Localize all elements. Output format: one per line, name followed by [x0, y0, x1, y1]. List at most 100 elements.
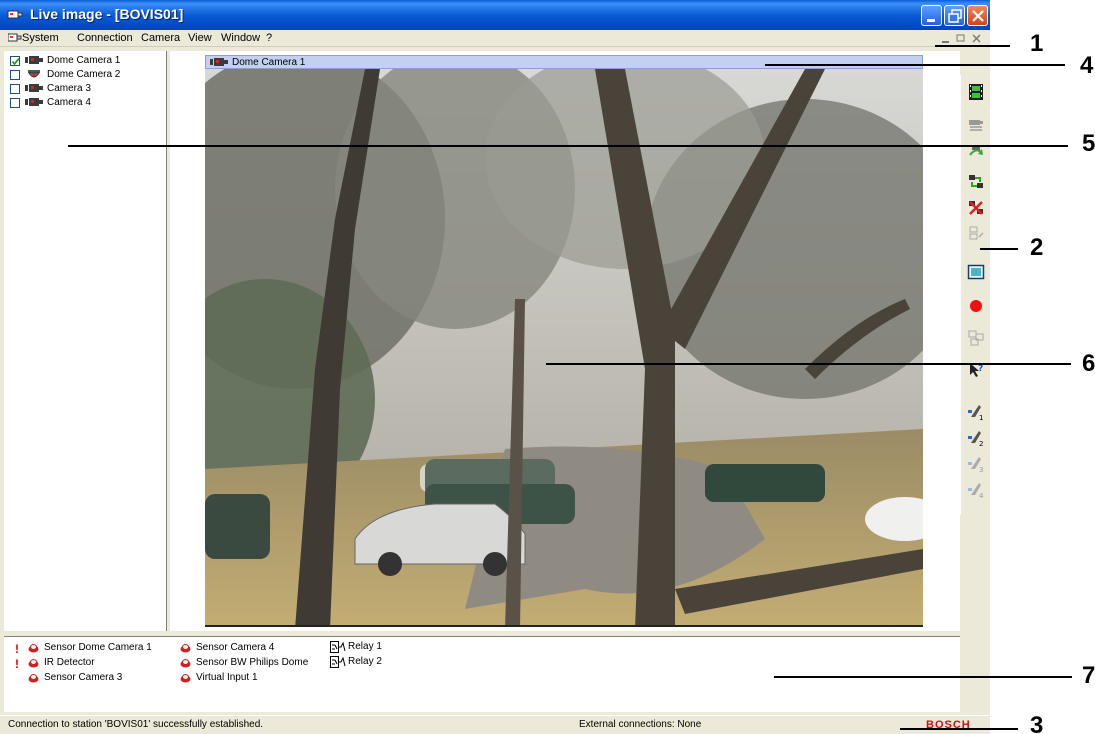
menu-window[interactable]: Window	[221, 32, 260, 44]
svg-text:2: 2	[979, 440, 983, 447]
camera-checkbox[interactable]	[10, 70, 20, 80]
restore-button[interactable]	[944, 5, 965, 26]
connect-button[interactable]	[965, 171, 987, 193]
preset-2-icon: 2	[968, 431, 983, 447]
svg-text:4: 4	[979, 492, 984, 499]
callout-line-1	[935, 45, 1010, 47]
menu-connection[interactable]: Connection	[77, 32, 133, 44]
checkmark-icon	[11, 57, 20, 66]
layout-icon	[968, 330, 984, 346]
svg-text:1: 1	[979, 414, 983, 421]
sensor-label: IR Detector	[44, 657, 95, 668]
menu-view[interactable]: View	[188, 32, 212, 44]
disabled-tool-icon	[969, 226, 984, 240]
camera-checkbox[interactable]	[10, 98, 20, 108]
sensor-icon	[28, 644, 39, 653]
callout-line-3	[900, 728, 1018, 730]
callout-4: 4	[1080, 52, 1094, 79]
preset-3-button[interactable]: 3	[965, 453, 987, 475]
menu-camera[interactable]: Camera	[141, 32, 180, 44]
tree-item-camera-4[interactable]: Camera 4	[10, 97, 165, 109]
tree-item-dome-camera-1[interactable]: Dome Camera 1	[10, 55, 165, 67]
camera-checkbox[interactable]	[10, 56, 20, 66]
status-message: Connection to station 'BOVIS01' successf…	[8, 719, 264, 730]
callout-line-5	[68, 145, 1068, 147]
video-window-title[interactable]: Dome Camera 1	[205, 55, 923, 69]
relay-label: Relay 1	[348, 641, 382, 652]
fullscreen-button[interactable]	[965, 261, 987, 283]
window-title: Live image - [BOVIS01]	[30, 6, 184, 22]
callout-7: 7	[1082, 662, 1095, 689]
sensor-icon	[180, 659, 191, 668]
mdi-window-controls[interactable]	[938, 32, 984, 45]
right-toolbar: ? 1 2 3 4	[960, 75, 990, 515]
callout-line-7	[774, 676, 1072, 678]
video-title-label: Dome Camera 1	[232, 57, 306, 68]
tree-item-label: Camera 3	[47, 83, 91, 94]
callout-line-2	[980, 248, 1018, 250]
connect-icon	[969, 175, 983, 188]
record-button[interactable]	[965, 295, 987, 317]
preset-1-button[interactable]: 1	[965, 401, 987, 423]
tree-item-dome-camera-2[interactable]: Dome Camera 2	[10, 69, 165, 81]
svg-text:?: ?	[978, 364, 983, 374]
camera-icon	[210, 58, 228, 66]
external-connections-status: External connections: None	[579, 719, 702, 730]
sensor-label: Sensor BW Philips Dome	[196, 657, 309, 668]
camera-icon	[25, 98, 43, 106]
disconnect-icon	[969, 201, 983, 215]
live-image-window: Live image - [BOVIS01] System Connection…	[0, 0, 990, 734]
close-button[interactable]	[967, 5, 988, 26]
preset-4-button[interactable]: 4	[965, 479, 987, 501]
disabled-tool-button[interactable]	[965, 223, 987, 245]
camera-icon	[25, 84, 43, 92]
tree-item-label: Dome Camera 2	[47, 69, 121, 80]
close-icon	[972, 10, 984, 22]
camera-checkbox[interactable]	[10, 84, 20, 94]
minimize-button[interactable]	[921, 5, 942, 26]
layout-button[interactable]	[965, 327, 987, 349]
tree-item-camera-3[interactable]: Camera 3	[10, 83, 165, 95]
preset-3-icon: 3	[968, 457, 983, 473]
callout-6: 6	[1082, 350, 1095, 377]
title-bar[interactable]: Live image - [BOVIS01]	[0, 0, 990, 30]
callout-1: 1	[1030, 30, 1044, 57]
camera-icon	[25, 56, 43, 64]
live-video-image[interactable]	[205, 69, 923, 627]
svg-text:3: 3	[979, 466, 983, 473]
live-video-button[interactable]	[965, 81, 987, 103]
relay-icon	[330, 656, 346, 668]
record-icon	[970, 300, 982, 312]
sensor-panel: ! Sensor Dome Camera 1 ! IR Detector Sen…	[4, 636, 960, 712]
app-icon	[7, 10, 23, 19]
dome-camera-icon	[28, 70, 40, 78]
disconnect-button[interactable]	[965, 197, 987, 219]
callout-5: 5	[1082, 130, 1095, 157]
callout-line-4	[765, 64, 1065, 66]
menu-system[interactable]: System	[22, 32, 59, 44]
status-bar: Connection to station 'BOVIS01' successf…	[0, 715, 990, 734]
sensor-icon	[28, 674, 39, 683]
fullscreen-icon	[967, 264, 985, 280]
sensor-icon	[180, 644, 191, 653]
film-icon	[969, 84, 983, 100]
camera-list-button[interactable]	[965, 115, 987, 137]
alarm-indicator: !	[15, 642, 19, 656]
camera-list-icon	[969, 120, 983, 131]
camera-tree: Dome Camera 1 Dome Camera 2 Camera 3 Cam…	[4, 51, 167, 631]
video-frame	[205, 69, 923, 625]
menu-bar: System Connection Camera View Window ?	[0, 30, 990, 47]
preset-2-button[interactable]: 2	[965, 427, 987, 449]
minimize-icon	[927, 19, 935, 22]
callout-3: 3	[1030, 712, 1044, 734]
tree-item-label: Camera 4	[47, 97, 91, 108]
sensor-label: Sensor Dome Camera 1	[44, 642, 152, 653]
document-icon[interactable]	[8, 32, 23, 44]
callout-2: 2	[1030, 234, 1044, 261]
menu-help[interactable]: ?	[266, 32, 272, 44]
sensor-label: Virtual Input 1	[196, 672, 258, 683]
preset-4-icon: 4	[968, 483, 984, 499]
sensor-label: Sensor Camera 4	[196, 642, 275, 653]
callout-line-6	[546, 363, 1071, 365]
relay-label: Relay 2	[348, 656, 382, 667]
